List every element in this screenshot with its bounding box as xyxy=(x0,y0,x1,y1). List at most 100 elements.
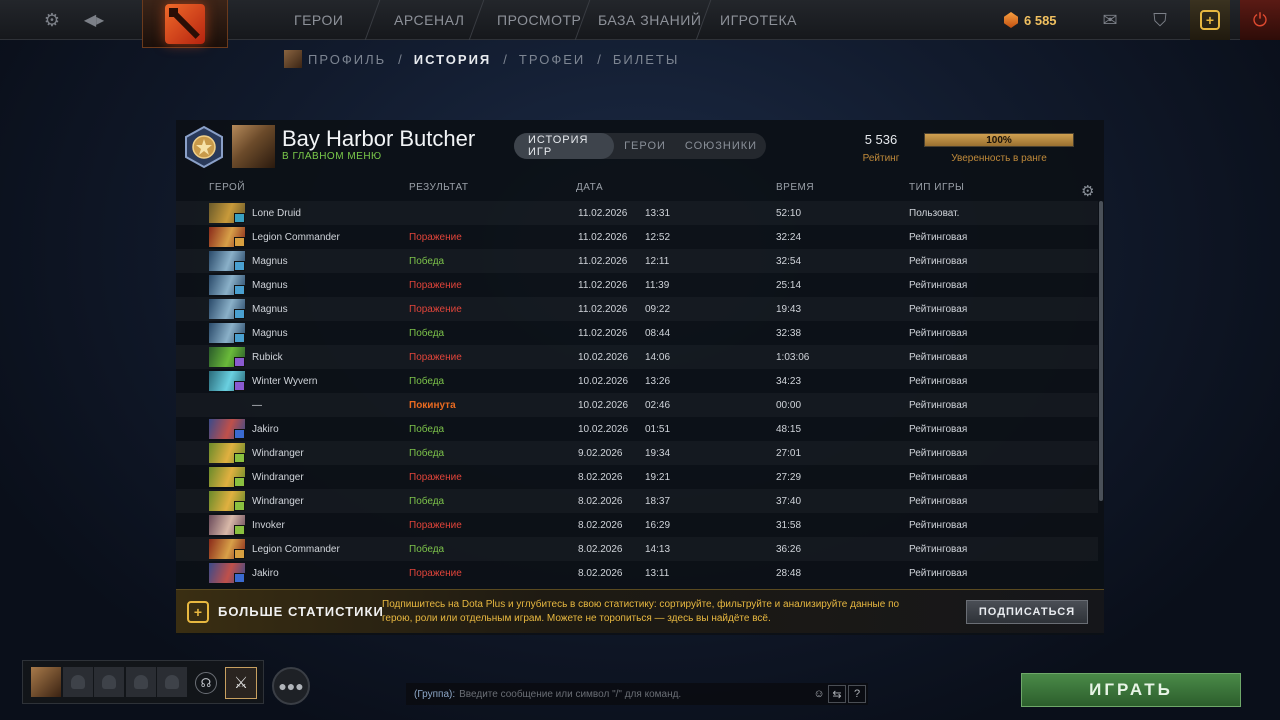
match-game-type: Рейтинговая xyxy=(909,256,968,267)
match-start-time: 14:06 xyxy=(645,352,671,363)
match-date: 8.02.2026 xyxy=(578,472,623,483)
nav-knowledge-base[interactable]: БАЗА ЗНАНИЙ xyxy=(598,0,701,40)
match-duration: 32:24 xyxy=(776,232,802,243)
match-row[interactable]: Windranger Победа 8.02.2026 18:37 37:40 Рейти… xyxy=(176,489,1098,513)
nav-back-forward-icon[interactable]: ◀▸ xyxy=(80,0,108,40)
hero-name: Lone Druid xyxy=(252,208,301,219)
subscribe-button[interactable]: ПОДПИСАТЬСЯ xyxy=(966,600,1088,624)
nav-knowledge-base-label: БАЗА ЗНАНИЙ xyxy=(598,12,702,28)
match-date: 11.02.2026 xyxy=(578,232,628,243)
party-slot-empty[interactable] xyxy=(126,667,156,697)
rating-value: 5 536 xyxy=(864,132,898,147)
subnav-separator: / xyxy=(398,51,402,67)
empty-user-icon xyxy=(102,675,116,689)
subnav-history[interactable]: ИСТОРИЯ xyxy=(414,52,492,67)
rank-confidence-label: Уверенность в ранге xyxy=(951,153,1047,164)
match-duration: 27:29 xyxy=(776,472,802,483)
match-row[interactable]: Invoker Поражение 8.02.2026 16:29 31:58 Рейти… xyxy=(176,513,1098,537)
party-bar: ☊ ⚔ xyxy=(22,660,264,704)
match-result: Поражение xyxy=(409,520,462,531)
play-button[interactable]: ИГРАТЬ xyxy=(1021,673,1241,707)
shards-value: 6 585 xyxy=(1024,12,1057,28)
col-game-type[interactable]: ТИП ИГРЫ xyxy=(909,182,964,193)
party-slot-empty[interactable] xyxy=(63,667,93,697)
empty-user-icon xyxy=(71,675,85,689)
match-row[interactable]: Magnus Поражение 11.02.2026 11:39 25:14 Рейти… xyxy=(176,273,1098,297)
hero-name: Magnus xyxy=(252,256,288,267)
hero-name: Winter Wyvern xyxy=(252,376,318,387)
match-row[interactable]: Magnus Победа 11.02.2026 08:44 32:38 Рейтинго… xyxy=(176,321,1098,345)
match-row[interactable]: Legion Commander Победа 8.02.2026 14:13 36:2… xyxy=(176,537,1098,561)
nav-arsenal-label: АРСЕНАЛ xyxy=(394,12,465,28)
match-game-type: Рейтинговая xyxy=(909,304,968,315)
nav-watch[interactable]: ПРОСМОТР xyxy=(497,0,581,40)
group-finder-icon[interactable]: ●●● xyxy=(272,667,310,705)
col-date[interactable]: ДАТА xyxy=(576,182,603,193)
match-list-scrollbar[interactable] xyxy=(1099,201,1103,501)
col-duration[interactable]: ВРЕМЯ xyxy=(776,182,814,193)
match-row[interactable]: Lone Druid 11.02.2026 13:31 52:10 Пользоват. xyxy=(176,201,1098,225)
nav-heroes[interactable]: ГЕРОИ xyxy=(294,0,343,40)
match-date: 10.02.2026 xyxy=(578,424,629,435)
armory-icon[interactable]: ⛉ xyxy=(1146,0,1174,40)
party-slot-empty[interactable] xyxy=(94,667,124,697)
match-result: Победа xyxy=(409,496,445,507)
subnav-tickets[interactable]: БИЛЕТЫ xyxy=(613,52,680,67)
match-row[interactable]: Winter Wyvern Победа 10.02.2026 13:26 34:23 Р… xyxy=(176,369,1098,393)
chat-help-button[interactable]: ? xyxy=(848,685,866,703)
col-result[interactable]: РЕЗУЛЬТАТ xyxy=(409,182,468,193)
battle-pass-icon[interactable]: ⚔ xyxy=(225,667,257,699)
match-start-time: 12:11 xyxy=(645,256,670,267)
tab-match-history[interactable]: ИСТОРИЯ ИГР xyxy=(514,133,614,159)
chat-wheel-icon[interactable]: ⇆ xyxy=(828,685,846,703)
tab-heroes[interactable]: ГЕРОИ xyxy=(614,133,676,159)
match-start-time: 13:11 xyxy=(645,568,670,579)
subnav-trophies[interactable]: ТРОФЕИ xyxy=(519,52,585,67)
match-row[interactable]: Jakiro Поражение 8.02.2026 13:11 28:48 Рейтин… xyxy=(176,561,1098,585)
match-start-time: 01:51 xyxy=(645,424,671,435)
match-row[interactable]: — Покинута 10.02.2026 02:46 00:00 Рейтинговая xyxy=(176,393,1098,417)
match-row[interactable]: Magnus Поражение 11.02.2026 09:22 19:43 Рейти… xyxy=(176,297,1098,321)
party-slot-self[interactable] xyxy=(31,667,61,697)
mail-icon[interactable]: ✉ xyxy=(1096,0,1124,40)
match-result: Поражение xyxy=(409,280,462,291)
rank-confidence-bar: 100% xyxy=(924,133,1074,147)
headset-icon[interactable]: ☊ xyxy=(195,672,217,694)
match-game-type: Пользоват. xyxy=(909,208,960,219)
profile-avatar-small[interactable] xyxy=(284,50,302,68)
chat-channel[interactable]: (Группа): xyxy=(414,689,455,700)
party-slot-empty[interactable] xyxy=(157,667,187,697)
player-name: Bay Harbor Butcher xyxy=(282,126,476,151)
nav-arsenal[interactable]: АРСЕНАЛ xyxy=(394,0,464,40)
player-avatar[interactable] xyxy=(232,125,275,168)
nav-separator xyxy=(468,0,485,40)
tab-allies[interactable]: СОЮЗНИКИ xyxy=(676,133,766,159)
table-settings-gear-icon[interactable]: ⚙ xyxy=(1081,182,1095,200)
match-row[interactable]: Windranger Поражение 8.02.2026 19:21 27:29 Ре… xyxy=(176,465,1098,489)
subnav-profile[interactable]: ПРОФИЛЬ xyxy=(308,52,386,67)
rank-confidence-value: 100% xyxy=(986,134,1012,146)
hero-name: Legion Commander xyxy=(252,232,340,243)
shard-gem-icon xyxy=(1004,12,1018,28)
chat-input[interactable]: Введите сообщение или символ "/" для ком… xyxy=(459,689,681,700)
match-row[interactable]: Magnus Победа 11.02.2026 12:11 32:54 Рейтинго… xyxy=(176,249,1098,273)
hero-name: Windranger xyxy=(252,448,304,459)
match-game-type: Рейтинговая xyxy=(909,328,968,339)
role-badge-icon xyxy=(234,333,245,343)
hero-name: Legion Commander xyxy=(252,544,340,555)
match-row[interactable]: Windranger Победа 9.02.2026 19:34 27:01 Рейти… xyxy=(176,441,1098,465)
shards-counter[interactable]: 6 585 xyxy=(1004,0,1057,40)
dota-plus-button[interactable]: + xyxy=(1190,0,1230,40)
settings-gear-icon[interactable]: ⚙ xyxy=(38,0,66,40)
col-hero[interactable]: ГЕРОЙ xyxy=(209,182,245,193)
match-game-type: Рейтинговая xyxy=(909,568,968,579)
power-exit-icon[interactable]: ⏻ xyxy=(1240,0,1280,40)
match-row[interactable]: Jakiro Победа 10.02.2026 01:51 48:15 Рейтинго… xyxy=(176,417,1098,441)
match-date: 11.02.2026 xyxy=(578,280,628,291)
nav-arcade[interactable]: ИГРОТЕКА xyxy=(720,0,797,40)
match-row[interactable]: Rubick Поражение 10.02.2026 14:06 1:03:06 Рей… xyxy=(176,345,1098,369)
emoji-icon[interactable]: ☺ xyxy=(810,685,828,703)
dota-plus-icon: + xyxy=(1200,10,1220,30)
match-row[interactable]: Legion Commander Поражение 11.02.2026 12:52… xyxy=(176,225,1098,249)
dota-logo-button[interactable] xyxy=(142,0,228,48)
